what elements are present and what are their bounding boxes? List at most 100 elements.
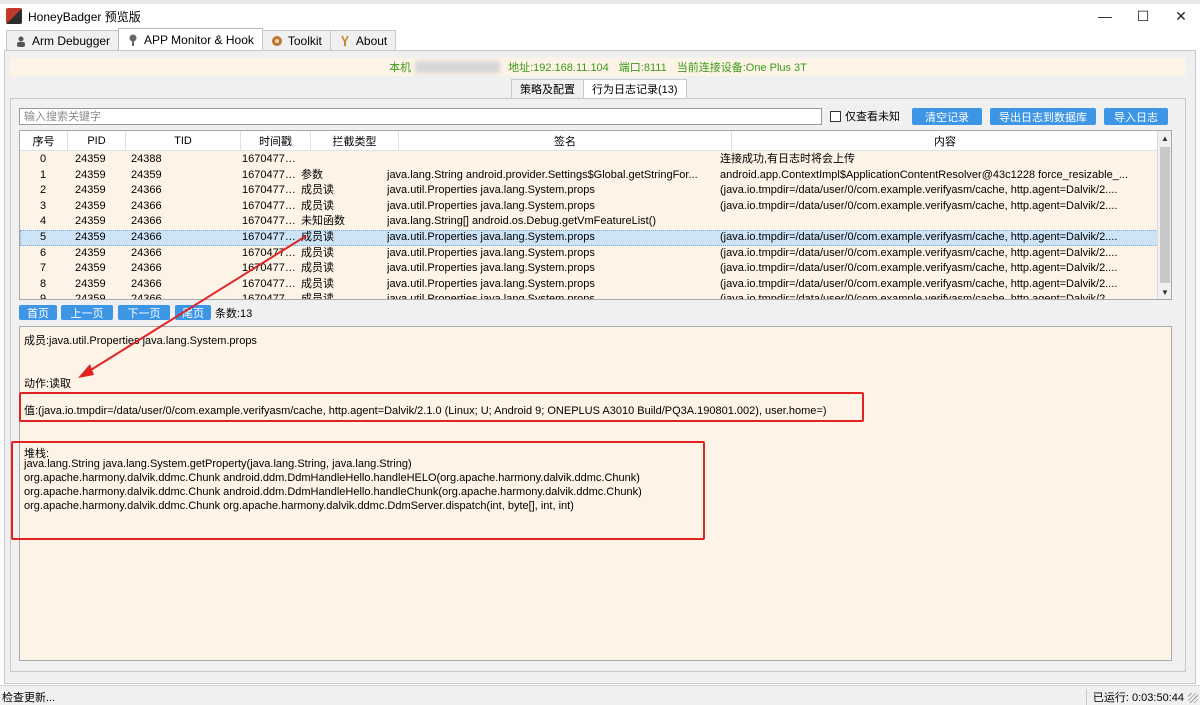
app-logo-icon <box>6 8 22 24</box>
table-row[interactable]: 7 24359 24366 1670477696 成员读 java.util.Proper… <box>20 261 1158 277</box>
table-scrollbar[interactable]: ▲ ▼ <box>1157 131 1171 299</box>
close-button[interactable]: ✕ <box>1162 4 1200 28</box>
device-text: 当前连接设备:One Plus 3T <box>676 62 807 74</box>
export-db-button[interactable]: 导出日志到数据库 <box>990 108 1096 125</box>
about-icon <box>339 35 351 47</box>
scroll-down-icon[interactable]: ▼ <box>1158 285 1171 299</box>
table-cell: 5 <box>40 230 47 243</box>
tab-behavior-log[interactable]: 行为日志记录(13) <box>583 79 687 98</box>
search-input[interactable] <box>19 108 822 125</box>
unknown-only-checkbox[interactable]: 仅查看未知 <box>830 108 900 124</box>
table-cell: 24366 <box>131 246 162 259</box>
table-row[interactable]: 9 24359 24366 1670477873 成员读 java.util.Proper… <box>20 292 1158 300</box>
person-icon <box>15 35 27 47</box>
table-cell: 24366 <box>131 184 162 197</box>
table-cell: 1670477317 <box>242 153 299 165</box>
table-cell: 24359 <box>75 246 106 259</box>
table-cell: 8 <box>40 277 47 290</box>
table-cell: java.util.Properties java.lang.System.pr… <box>387 199 595 212</box>
scroll-thumb[interactable] <box>1160 147 1170 283</box>
table-cell: 0 <box>40 153 47 165</box>
import-log-button[interactable]: 导入日志 <box>1104 108 1168 125</box>
tab-toolkit[interactable]: Toolkit <box>261 30 331 50</box>
table-cell: 未知函数 <box>301 215 345 228</box>
table-cell <box>718 214 1144 230</box>
table-row[interactable]: 6 24359 24366 1670477337 成员读 java.util.Proper… <box>20 246 1158 262</box>
table-row[interactable]: 8 24359 24366 1670477696 成员读 java.util.Proper… <box>20 277 1158 293</box>
col-header-index[interactable]: 序号 <box>20 131 68 151</box>
next-page-button[interactable]: 下一页 <box>118 305 170 320</box>
sub-tabs: 策略及配置 行为日志记录(13) <box>511 79 687 98</box>
table-cell: 成员读 <box>301 230 334 243</box>
table-cell: 24366 <box>131 293 162 300</box>
col-header-tid[interactable]: TID <box>126 131 241 151</box>
tab-strategy-config[interactable]: 策略及配置 <box>511 79 584 98</box>
status-bar: 检查更新... 已运行: 0:03:50:44 <box>0 685 1200 705</box>
col-header-type[interactable]: 拦截类型 <box>311 131 399 151</box>
table-cell: (java.io.tmpdir=/data/user/0/com.example… <box>720 230 1118 243</box>
table-row[interactable]: 3 24359 24366 1670477335 成员读 java.util.Proper… <box>20 199 1158 215</box>
table-row[interactable]: 5 24359 24366 1670477337 成员读 java.util.Proper… <box>20 229 1158 246</box>
table-cell: 24359 <box>75 215 106 228</box>
detail-action: 动作:读取 <box>24 378 72 390</box>
tab-about[interactable]: About <box>329 30 397 50</box>
col-header-timestamp[interactable]: 时间戳 <box>241 131 311 151</box>
tab-arm-debugger[interactable]: Arm Debugger <box>6 30 120 50</box>
table-cell: 连接成功,有日志时将会上传 <box>720 153 856 165</box>
table-cell: java.util.Properties java.lang.System.pr… <box>387 293 595 300</box>
table-cell: 1670477696 <box>242 262 299 275</box>
table-cell: 1670477337 <box>242 246 299 259</box>
title-bar: HoneyBadger 预览版 — ☐ ✕ <box>0 4 1200 28</box>
col-header-content[interactable]: 内容 <box>732 131 1158 151</box>
window-title: HoneyBadger 预览版 <box>28 9 141 24</box>
prev-page-button[interactable]: 上一页 <box>61 305 113 320</box>
table-cell: (java.io.tmpdir=/data/user/0/com.example… <box>720 293 1118 300</box>
table-cell: (java.io.tmpdir=/data/user/0/com.example… <box>720 277 1118 290</box>
table-cell: 成员读 <box>301 184 334 197</box>
table-cell: 24359 <box>131 168 162 181</box>
table-cell: (java.io.tmpdir=/data/user/0/com.example… <box>720 199 1118 212</box>
maximize-button[interactable]: ☐ <box>1124 4 1162 28</box>
tab-app-monitor-hook[interactable]: APP Monitor & Hook <box>118 28 263 50</box>
redacted-hostname <box>415 61 501 73</box>
table-cell: 1670477335 <box>242 184 299 197</box>
table-cell: 成员读 <box>301 246 334 259</box>
col-header-pid[interactable]: PID <box>68 131 126 151</box>
table-row[interactable]: 1 24359 24359 1670477319 参数 java.lang.String … <box>20 168 1158 184</box>
table-cell: 成员读 <box>301 199 334 212</box>
table-cell: java.util.Properties java.lang.System.pr… <box>387 246 595 259</box>
connection-info-bar: 本机 地址:192.168.11.104 端口:8111 当前连接设备:One … <box>10 58 1186 76</box>
minimize-button[interactable]: — <box>1086 4 1124 28</box>
status-uptime: 已运行: 0:03:50:44 <box>1085 689 1184 705</box>
table-cell: (java.io.tmpdir=/data/user/0/com.example… <box>720 246 1118 259</box>
last-page-button[interactable]: 尾页 <box>175 305 211 320</box>
checkbox-box[interactable] <box>830 110 841 122</box>
table-row[interactable]: 2 24359 24366 1670477335 成员读 java.util.Proper… <box>20 183 1158 199</box>
tab-label: About <box>355 33 388 48</box>
clear-records-button[interactable]: 清空记录 <box>912 108 982 125</box>
table-cell: 2 <box>40 184 47 197</box>
table-cell: java.util.Properties java.lang.System.pr… <box>387 262 595 275</box>
table-cell: 1670477337 <box>242 230 299 243</box>
table-cell: 24366 <box>131 215 162 228</box>
table-row[interactable]: 4 24359 24366 1670477335 未知函数 java.lang.Strin… <box>20 214 1158 230</box>
table-cell: 成员读 <box>301 262 334 275</box>
table-body: 0 24359 24388 1670477317 连接成功,有日志时将会上传 1 24359… <box>20 152 1158 300</box>
table-cell: 3 <box>40 199 47 212</box>
table-cell: 1670477873 <box>242 293 299 300</box>
value-highlight-box <box>19 392 864 422</box>
table-cell: (java.io.tmpdir=/data/user/0/com.example… <box>720 184 1118 197</box>
scroll-up-icon[interactable]: ▲ <box>1158 131 1171 145</box>
table-cell: 24359 <box>75 168 106 181</box>
detail-member: 成员:java.util.Properties java.lang.System… <box>24 335 257 347</box>
table-row[interactable]: 0 24359 24388 1670477317 连接成功,有日志时将会上传 <box>20 152 1158 168</box>
resize-grip-icon[interactable] <box>1188 693 1198 703</box>
table-cell: 1670477319 <box>242 168 299 181</box>
table-cell: 24359 <box>75 262 106 275</box>
table-cell: 6 <box>40 246 47 259</box>
col-header-signature[interactable]: 签名 <box>399 131 732 151</box>
first-page-button[interactable]: 首页 <box>19 305 57 320</box>
tab-label: Toolkit <box>287 33 322 48</box>
table-cell: java.util.Properties java.lang.System.pr… <box>387 277 595 290</box>
table-cell: 24359 <box>75 277 106 290</box>
